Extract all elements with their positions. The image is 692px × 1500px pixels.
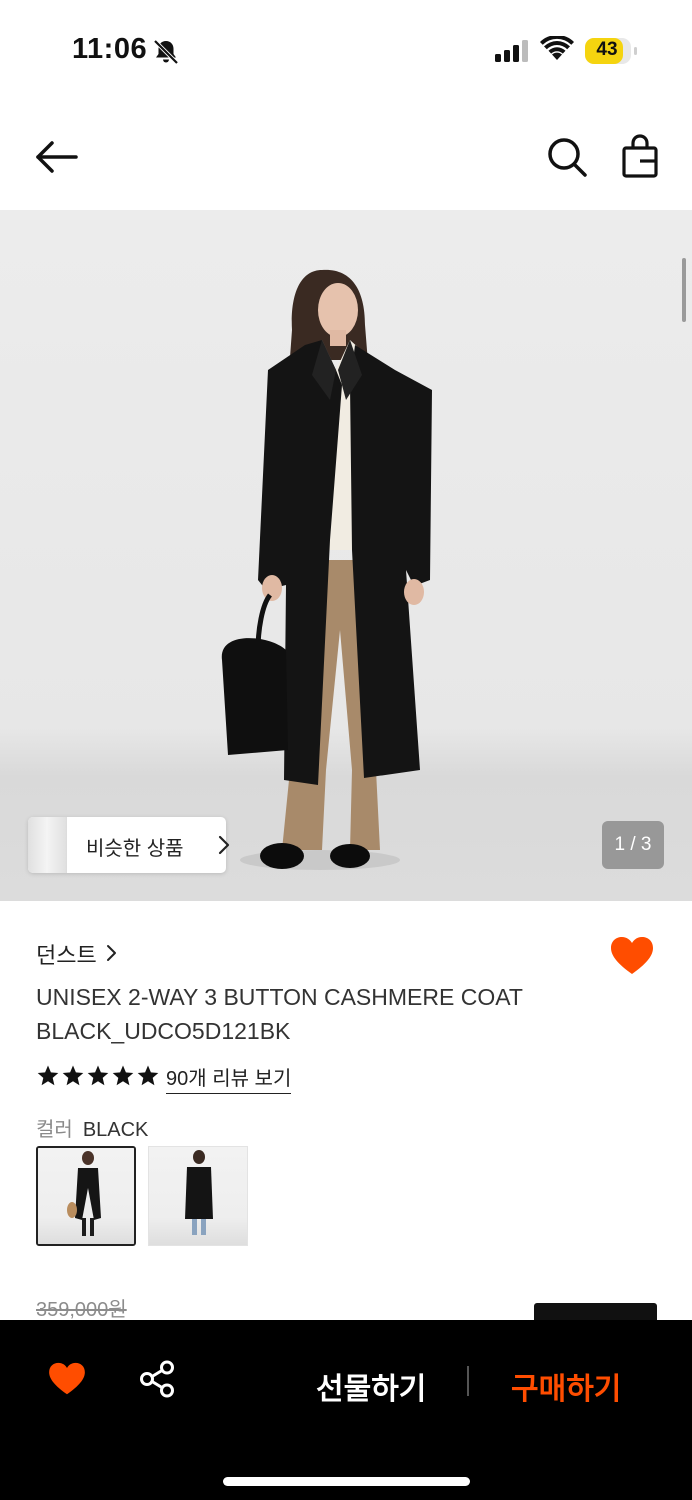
bell-slash-icon [153, 39, 179, 65]
swatch-photo [185, 1150, 213, 1235]
reviews-link[interactable]: 90개 리뷰 보기 [166, 1062, 292, 1094]
action-divider [467, 1366, 469, 1396]
star-icon [87, 1065, 109, 1086]
status-bar: 11:06 43 [0, 0, 692, 100]
chevron-right-icon [107, 945, 116, 961]
star-icon [37, 1065, 59, 1086]
color-key: 컬러 [36, 1119, 73, 1141]
color-option-label: 컬러 BLACK [36, 1113, 148, 1142]
star-rating [36, 1064, 160, 1088]
star-icon [112, 1065, 134, 1086]
share-icon[interactable] [138, 1360, 176, 1398]
similar-products-label: 비슷한 상품 [86, 838, 184, 860]
product-title-line2: BLACK_UDCO5D121BK [36, 1018, 291, 1044]
color-value: BLACK [82, 1119, 149, 1141]
product-photo [221, 269, 432, 870]
battery-level: 43 [596, 39, 618, 60]
color-swatch-black-alt[interactable] [148, 1146, 248, 1246]
product-title: UNISEX 2-WAY 3 BUTTON CASHMERE COAT BLAC… [36, 980, 596, 1048]
wifi-icon [540, 36, 574, 60]
heart-icon[interactable] [48, 1362, 86, 1396]
chevron-right-icon [218, 835, 230, 855]
home-indicator[interactable] [223, 1477, 470, 1486]
similar-products-button[interactable]: 비슷한 상품 [28, 817, 230, 873]
battery-icon: 43 [585, 38, 637, 64]
gift-button[interactable]: 선물하기 [316, 1364, 426, 1408]
top-nav [0, 120, 692, 200]
brand-link[interactable]: 던스트 [36, 938, 97, 970]
shopping-bag-icon[interactable] [620, 134, 660, 180]
gallery-scrollbar[interactable] [682, 258, 686, 322]
search-icon[interactable] [544, 134, 590, 180]
buy-button[interactable]: 구매하기 [511, 1364, 621, 1408]
product-title-line1: UNISEX 2-WAY 3 BUTTON CASHMERE COAT [36, 984, 523, 1010]
signal-icon [495, 40, 528, 62]
image-counter: 1 / 3 [602, 821, 664, 869]
similar-product-thumbnail [28, 817, 67, 873]
color-swatch-black-selected[interactable] [36, 1146, 136, 1246]
status-time: 11:06 [72, 33, 148, 65]
product-image-gallery[interactable]: 비슷한 상품 1 / 3 [0, 210, 692, 901]
back-arrow-icon[interactable] [30, 134, 82, 180]
heart-icon[interactable] [610, 936, 654, 976]
star-icon [137, 1065, 159, 1086]
swatch-photo [67, 1151, 101, 1236]
original-price: 359,000원 [36, 1299, 127, 1321]
bottom-action-bar: 선물하기 구매하기 [0, 1320, 692, 1500]
star-icon [62, 1065, 84, 1086]
